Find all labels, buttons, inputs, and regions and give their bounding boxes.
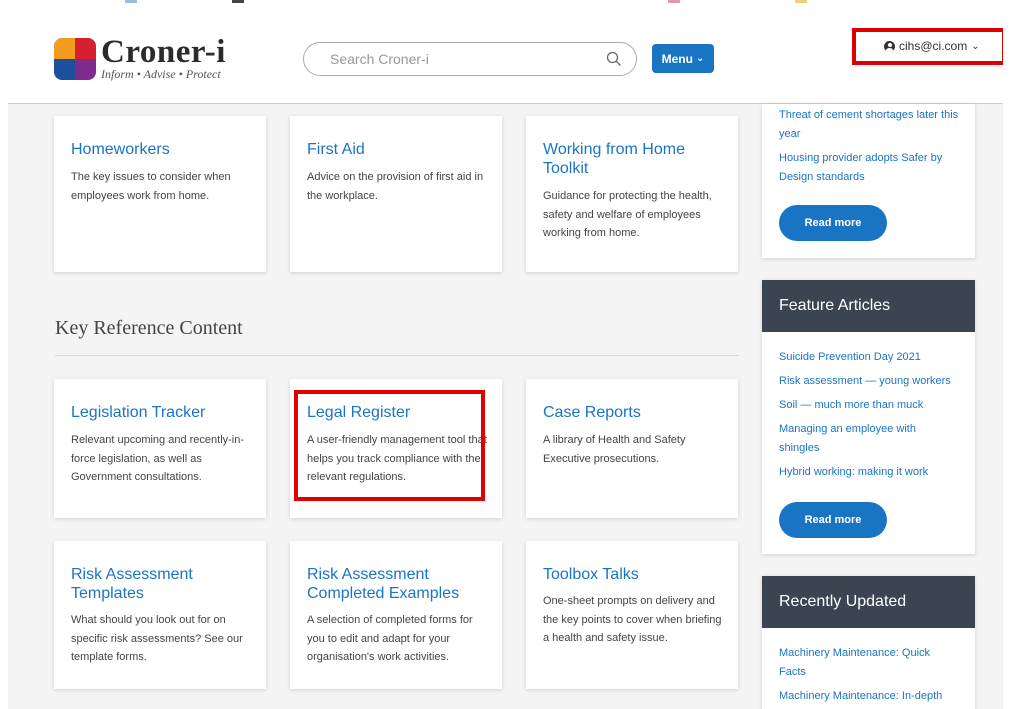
topic-card[interactable]: Homeworkers The key issues to consider w… [54,116,266,272]
updated-link[interactable]: Machinery Maintenance: Quick Facts [779,644,959,681]
card-title[interactable]: Risk Assessment Completed Examples [307,565,492,603]
panel-title: Recently Updated [779,593,907,610]
card-description: One-sheet prompts on delivery and the ke… [543,595,722,644]
card-description: Relevant upcoming and recently-in-force … [71,434,245,483]
chevron-down-icon: ⌄ [971,40,980,52]
card-title[interactable]: Risk Assessment Templates [71,565,256,603]
logo-tagline: Inform • Advise • Protect [101,67,221,81]
panel-header: Feature Articles [762,280,975,332]
section-divider [55,355,739,356]
read-more-button[interactable]: Read more [779,205,887,241]
reference-card[interactable]: Risk Assessment Templates What should yo… [54,541,266,689]
card-title[interactable]: Legislation Tracker [71,403,256,422]
reference-card[interactable]: Legislation Tracker Relevant upcoming an… [54,379,266,518]
read-more-button[interactable]: Read more [779,502,887,538]
recently-updated-panel: Recently Updated Machinery Maintenance: … [762,576,975,709]
card-title[interactable]: Homeworkers [71,140,256,159]
croner-logo[interactable]: Croner-i Inform • Advise • Protect [54,34,254,84]
section-heading: Key Reference Content [55,317,243,339]
site-header: Croner-i Inform • Advise • Protect Menu … [8,8,1003,104]
search-icon[interactable] [606,51,622,67]
user-menu[interactable]: cihs@ci.com ⌄ [884,39,980,53]
page-frame: Croner-i Inform • Advise • Protect Menu … [8,8,1003,709]
tab-indicator [668,0,680,3]
card-title[interactable]: Toolbox Talks [543,565,728,584]
reference-card[interactable]: Risk Assessment Completed Examples A sel… [290,541,502,689]
article-link[interactable]: Suicide Prevention Day 2021 [779,348,959,367]
user-email: cihs@ci.com [899,39,968,53]
card-description: Guidance for protecting the health, safe… [543,190,712,239]
reference-card[interactable]: Toolbox Talks One-sheet prompts on deliv… [526,541,738,689]
browser-top-strip [0,0,1011,8]
panel-title: Feature Articles [779,297,891,314]
menu-button[interactable]: Menu ⌄ [652,44,714,73]
tab-indicator [125,0,137,3]
panel-header: Recently Updated [762,576,975,628]
search-input[interactable] [330,49,590,69]
feature-articles-panel: Feature Articles Suicide Prevention Day … [762,280,975,554]
card-description: What should you look out for on specific… [71,614,243,663]
article-link[interactable]: Hybrid working: making it work [779,463,959,482]
card-description: A library of Health and Safety Executive… [543,434,686,465]
logo-mark-icon [54,38,96,80]
search-box [303,42,637,76]
legal-register-highlight [294,390,485,501]
news-panel: Threat of cement shortages later this ye… [762,104,975,258]
article-link[interactable]: Risk assessment — young workers [779,372,959,391]
card-description: Advice on the provision of first aid in … [307,171,484,202]
logo-name: Croner-i [101,34,226,70]
reference-card[interactable]: Case Reports A library of Health and Saf… [526,379,738,518]
card-description: A selection of completed forms for you t… [307,614,473,663]
topic-card[interactable]: First Aid Advice on the provision of fir… [290,116,502,272]
article-link[interactable]: Managing an employee with shingles [779,420,959,457]
card-description: The key issues to consider when employee… [71,171,231,202]
user-account-icon [884,40,895,52]
tab-indicator [795,0,807,3]
news-link[interactable]: Housing provider adopts Safer by Design … [779,149,959,186]
menu-button-label: Menu [661,51,693,66]
article-link[interactable]: Soil — much more than muck [779,396,959,415]
tab-indicator [232,0,244,3]
chevron-down-icon: ⌄ [695,53,705,64]
user-menu-highlight: cihs@ci.com ⌄ [852,28,1003,65]
topic-card[interactable]: Working from Home Toolkit Guidance for p… [526,116,738,272]
card-title[interactable]: Working from Home Toolkit [543,140,728,178]
news-link[interactable]: Threat of cement shortages later this ye… [779,106,959,143]
updated-link[interactable]: Machinery Maintenance: In-depth [779,687,959,706]
card-title[interactable]: Case Reports [543,403,728,422]
card-title[interactable]: First Aid [307,140,492,159]
